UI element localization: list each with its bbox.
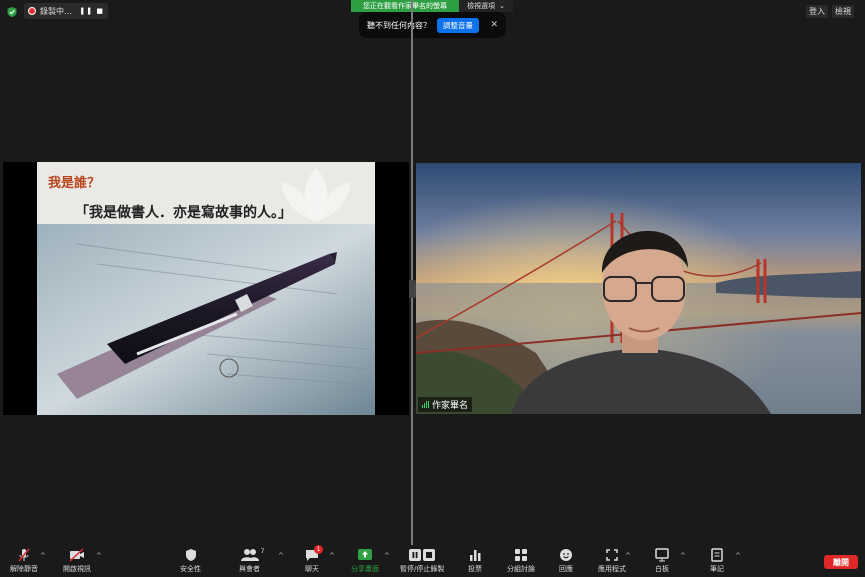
apps-button[interactable]: 應用程式 — [598, 548, 626, 574]
viewing-banner: 您正在觀看作家畢名的螢幕 — [351, 0, 459, 12]
share-screen-button[interactable]: 分享畫面 — [351, 548, 379, 574]
breakout-rooms-button[interactable]: 分組討論 — [507, 548, 535, 574]
meeting-toolbar: 解除靜音 ^ 開啟視訊 ^ 安全性 7 與會者 ^ 1 聊天 ^ 分享畫面 ^ … — [0, 545, 865, 577]
apps-icon — [606, 549, 618, 561]
shield-icon[interactable] — [6, 6, 18, 18]
pause-stop-recording-label: 暫停/停止錄製 — [400, 565, 445, 573]
chat-badge: 1 — [314, 545, 323, 554]
divider-handle[interactable] — [408, 280, 416, 298]
audio-tooltip-message: 聽不到任何內容？ — [367, 20, 431, 30]
breakout-rooms-label: 分組討論 — [507, 565, 535, 573]
leaf-decoration-icon — [281, 168, 351, 222]
notes-button[interactable]: 筆記 — [710, 548, 724, 574]
chevron-up-icon[interactable]: ^ — [278, 552, 284, 560]
notes-label: 筆記 — [710, 565, 724, 573]
login-button[interactable]: 登入 — [806, 5, 828, 18]
slide-title: 我是誰？ — [48, 176, 101, 191]
video-background — [416, 163, 861, 414]
signal-bars-icon — [422, 401, 429, 408]
bar-chart-icon — [470, 550, 481, 561]
chevron-up-icon[interactable]: ^ — [329, 552, 335, 560]
recording-controls[interactable]: ❚❚ ■ — [79, 7, 104, 15]
recording-label: 錄製中... — [40, 6, 72, 16]
camera-off-icon — [69, 548, 84, 562]
view-button-label: 檢視 — [835, 7, 851, 16]
start-video-label: 開啟視訊 — [63, 565, 91, 573]
split-divider[interactable] — [411, 0, 413, 545]
participants-icon — [240, 549, 259, 561]
close-icon[interactable]: ✕ — [490, 20, 498, 30]
pen-photo — [37, 224, 375, 415]
pen-image — [37, 224, 375, 415]
security-button[interactable]: 安全性 — [180, 548, 201, 574]
chevron-up-icon[interactable]: ^ — [680, 552, 686, 560]
view-options-button[interactable]: 檢視選項 ⌄ — [459, 0, 513, 12]
pause-stop-icon — [409, 549, 436, 561]
adjust-volume-button[interactable]: 調整音量 — [437, 17, 479, 33]
shield-icon — [185, 549, 196, 561]
unmute-button[interactable]: 解除靜音 — [10, 548, 38, 574]
chevron-up-icon[interactable]: ^ — [384, 552, 390, 560]
view-options-label: 檢視選項 — [467, 2, 496, 10]
start-video-button[interactable]: 開啟視訊 — [63, 548, 91, 574]
whiteboard-icon — [655, 548, 669, 562]
recording-indicator[interactable]: 錄製中... ❚❚ ■ — [24, 3, 108, 19]
whiteboard-button[interactable]: 白板 — [655, 548, 669, 574]
leave-button[interactable]: 離開 — [824, 555, 858, 569]
whiteboard-label: 白板 — [655, 565, 669, 573]
participants-label: 與會者 — [239, 565, 260, 573]
participant-name-tag: 作家畢名 — [418, 397, 473, 412]
notes-icon — [711, 548, 723, 562]
slide-header: 我是誰？ 「我是做書人．亦是寫故事的人。」 — [37, 162, 375, 224]
chevron-up-icon[interactable]: ^ — [40, 552, 46, 560]
participant-video[interactable]: 作家畢名 — [416, 163, 861, 414]
reactions-label: 回應 — [559, 565, 573, 573]
share-screen-label: 分享畫面 — [351, 565, 379, 573]
recording-dot-icon — [28, 7, 36, 15]
audio-tooltip: 聽不到任何內容？ 調整音量 ✕ — [359, 12, 506, 38]
share-screen-icon — [358, 549, 372, 560]
shared-screen: 我是誰？ 「我是做書人．亦是寫故事的人。」 — [3, 162, 409, 415]
grid-icon — [515, 549, 527, 561]
apps-label: 應用程式 — [598, 565, 626, 573]
chevron-down-icon: ⌄ — [499, 2, 505, 10]
participants-count: 7 — [260, 548, 265, 555]
participant-name: 作家畢名 — [432, 401, 469, 411]
chat-label: 聊天 — [305, 565, 319, 573]
smiley-icon — [560, 549, 572, 561]
pause-stop-recording-button[interactable]: 暫停/停止錄製 — [400, 548, 444, 574]
unmute-label: 解除靜音 — [10, 565, 38, 573]
chevron-up-icon[interactable]: ^ — [625, 552, 631, 560]
participants-button[interactable]: 7 與會者 — [239, 548, 265, 574]
chevron-up-icon[interactable]: ^ — [96, 552, 102, 560]
polls-label: 投票 — [468, 565, 482, 573]
slide-subtitle: 「我是做書人．亦是寫故事的人。」 — [75, 205, 292, 221]
microphone-muted-icon — [18, 548, 30, 562]
polls-button[interactable]: 投票 — [468, 548, 482, 574]
reactions-button[interactable]: 回應 — [559, 548, 573, 574]
security-label: 安全性 — [180, 565, 201, 573]
chat-button[interactable]: 1 聊天 — [305, 545, 323, 574]
view-button[interactable]: 檢視 — [832, 5, 854, 18]
chevron-up-icon[interactable]: ^ — [735, 552, 741, 560]
